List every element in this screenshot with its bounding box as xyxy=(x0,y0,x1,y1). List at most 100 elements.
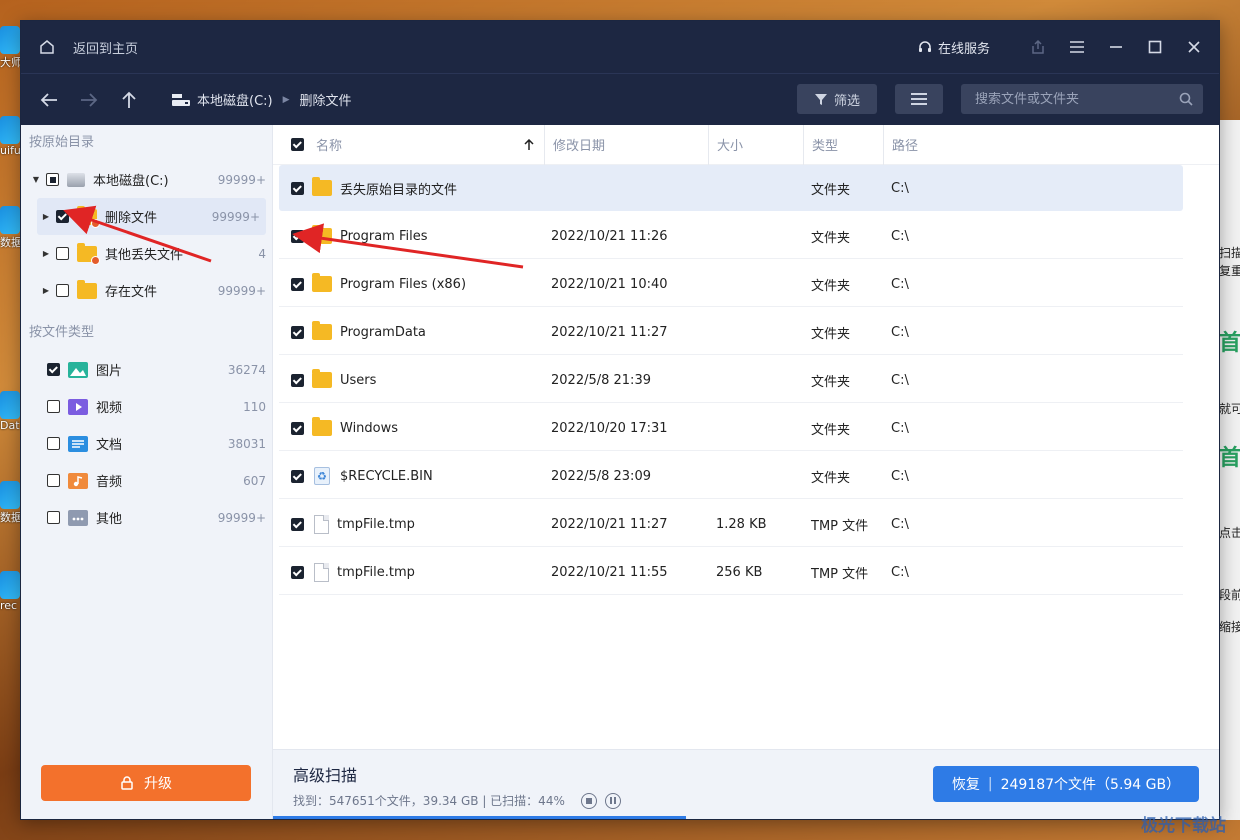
desktop-shortcut[interactable]: 大师 xyxy=(0,20,22,80)
table-row[interactable]: ProgramData 2022/10/21 11:27 文件夹 C:\ xyxy=(279,309,1183,355)
expand-down-icon[interactable]: ▼ xyxy=(31,175,41,184)
row-checkbox[interactable] xyxy=(291,277,304,291)
menu-button[interactable] xyxy=(1057,21,1096,73)
path-cell: C:\ xyxy=(891,564,909,580)
row-checkbox[interactable] xyxy=(291,469,304,483)
tree-checkbox[interactable] xyxy=(56,284,69,297)
back-button[interactable] xyxy=(29,74,69,126)
tree-checkbox[interactable] xyxy=(46,173,59,186)
drive-icon xyxy=(172,93,190,106)
row-checkbox[interactable] xyxy=(291,565,304,579)
column-path[interactable]: 路径 xyxy=(884,125,918,165)
folder-icon xyxy=(77,279,97,299)
breadcrumb-current[interactable]: 删除文件 xyxy=(300,90,352,109)
close-icon xyxy=(1187,41,1200,53)
table-row[interactable]: ♻ $RECYCLE.BIN 2022/5/8 23:09 文件夹 C:\ xyxy=(279,453,1183,499)
folder-icon xyxy=(312,273,332,292)
recycle-icon: ♻ xyxy=(314,467,330,485)
table-header: 名称 修改日期 大小 类型 路径 xyxy=(273,124,1219,165)
online-service-button[interactable]: 在线服务 xyxy=(918,38,990,57)
desktop-shortcut[interactable]: 数据 xyxy=(0,200,22,260)
other-icon xyxy=(68,509,88,526)
search-input[interactable] xyxy=(975,91,1179,107)
row-checkbox[interactable] xyxy=(291,229,304,243)
arrow-right-icon xyxy=(81,92,98,107)
table-row[interactable]: Program Files (x86) 2022/10/21 10:40 文件夹 C:… xyxy=(279,261,1183,307)
tree-checkbox[interactable] xyxy=(56,247,69,260)
recover-button[interactable]: 恢复 | 249187个文件（5.94 GB） xyxy=(933,766,1199,802)
close-button[interactable] xyxy=(1174,21,1213,73)
list-view-button[interactable] xyxy=(895,84,943,114)
type-checkbox[interactable] xyxy=(47,474,60,487)
breadcrumb-drive[interactable]: 本地磁盘(C:) xyxy=(197,90,273,109)
desktop-shortcut[interactable]: uifu xyxy=(0,110,22,170)
tree-item-existing-files[interactable]: ▶ 存在文件 99999+ xyxy=(21,272,272,309)
background-green-text: 首 xyxy=(1219,446,1240,471)
home-button[interactable] xyxy=(21,39,73,55)
table-row[interactable]: Windows 2022/10/20 17:31 文件夹 C:\ xyxy=(279,405,1183,451)
desktop-shortcut[interactable]: Dat xyxy=(0,385,22,445)
arrow-up-icon xyxy=(122,91,136,108)
column-type[interactable]: 类型 xyxy=(804,124,884,165)
sort-up-icon[interactable] xyxy=(524,138,534,151)
type-item-videos[interactable]: 视频 110 xyxy=(21,388,272,425)
date-cell: 2022/5/8 21:39 xyxy=(551,372,651,388)
expand-right-icon[interactable]: ▶ xyxy=(41,249,51,258)
drive-icon xyxy=(67,172,85,187)
row-checkbox[interactable] xyxy=(291,373,304,387)
column-name[interactable]: 名称 xyxy=(273,124,545,165)
tree-item-deleted-files[interactable]: ▶ 删除文件 99999+ xyxy=(37,198,266,235)
type-item-documents[interactable]: 文档 38031 xyxy=(21,425,272,462)
type-item-audio[interactable]: 音频 607 xyxy=(21,462,272,499)
name-cell: ♻ $RECYCLE.BIN xyxy=(291,453,433,499)
desktop-shortcut[interactable]: rec xyxy=(0,565,22,625)
table-row[interactable]: 丢失原始目录的文件 文件夹 C:\ xyxy=(279,165,1183,211)
table-row[interactable]: tmpFile.tmp 2022/10/21 11:27 1.28 KB TMP 文件… xyxy=(279,501,1183,547)
type-item-images[interactable]: 图片 36274 xyxy=(21,351,272,388)
row-checkbox[interactable] xyxy=(291,181,304,195)
tree-item-other-lost-files[interactable]: ▶ 其他丢失文件 4 xyxy=(21,235,272,272)
tree-checkbox[interactable] xyxy=(56,210,69,223)
type-checkbox[interactable] xyxy=(47,437,60,450)
path-cell: C:\ xyxy=(891,324,909,340)
share-button[interactable] xyxy=(1018,21,1057,73)
expand-right-icon[interactable]: ▶ xyxy=(41,286,51,295)
date-cell: 2022/10/21 11:27 xyxy=(551,324,668,340)
type-item-other[interactable]: 其他 99999+ xyxy=(21,499,272,536)
path-cell: C:\ xyxy=(891,468,909,484)
pause-button[interactable] xyxy=(604,792,621,809)
desktop-shortcut[interactable]: 数据 xyxy=(0,475,22,535)
deleted-folder-icon xyxy=(77,205,100,228)
tree-item-local-disk[interactable]: ▼ 本地磁盘(C:) 99999+ xyxy=(21,161,272,198)
home-label[interactable]: 返回到主页 xyxy=(73,38,138,57)
filter-button[interactable]: 筛选 xyxy=(797,84,877,114)
minimize-button[interactable] xyxy=(1096,21,1135,73)
search-icon[interactable] xyxy=(1179,92,1193,106)
row-checkbox[interactable] xyxy=(291,517,304,531)
upgrade-button[interactable]: 升级 xyxy=(41,765,251,801)
forward-button[interactable] xyxy=(69,74,109,126)
table-row[interactable]: Program Files 2022/10/21 11:26 文件夹 C:\ xyxy=(279,213,1183,259)
maximize-button[interactable] xyxy=(1135,21,1174,73)
type-checkbox[interactable] xyxy=(47,400,60,413)
up-button[interactable] xyxy=(109,74,149,126)
table-row[interactable]: Users 2022/5/8 21:39 文件夹 C:\ xyxy=(279,357,1183,403)
column-date[interactable]: 修改日期 xyxy=(545,124,709,165)
folder-icon xyxy=(312,225,332,244)
column-size[interactable]: 大小 xyxy=(709,124,804,165)
type-cell: 文件夹 xyxy=(811,422,851,438)
select-all-checkbox[interactable] xyxy=(291,138,304,151)
row-checkbox[interactable] xyxy=(291,421,304,435)
arrow-left-icon xyxy=(40,92,57,107)
stop-button[interactable] xyxy=(580,792,597,809)
type-checkbox[interactable] xyxy=(47,363,60,376)
scan-progress-bar xyxy=(273,816,686,819)
expand-right-icon[interactable]: ▶ xyxy=(41,212,51,221)
type-cell: 文件夹 xyxy=(811,230,851,246)
folder-icon xyxy=(312,417,332,436)
section-title-file-type: 按文件类型 xyxy=(29,325,95,340)
row-checkbox[interactable] xyxy=(291,325,304,339)
type-checkbox[interactable] xyxy=(47,511,60,524)
table-row[interactable]: tmpFile.tmp 2022/10/21 11:55 256 KB TMP 文件 C… xyxy=(279,549,1183,595)
type-cell: 文件夹 xyxy=(811,326,851,342)
